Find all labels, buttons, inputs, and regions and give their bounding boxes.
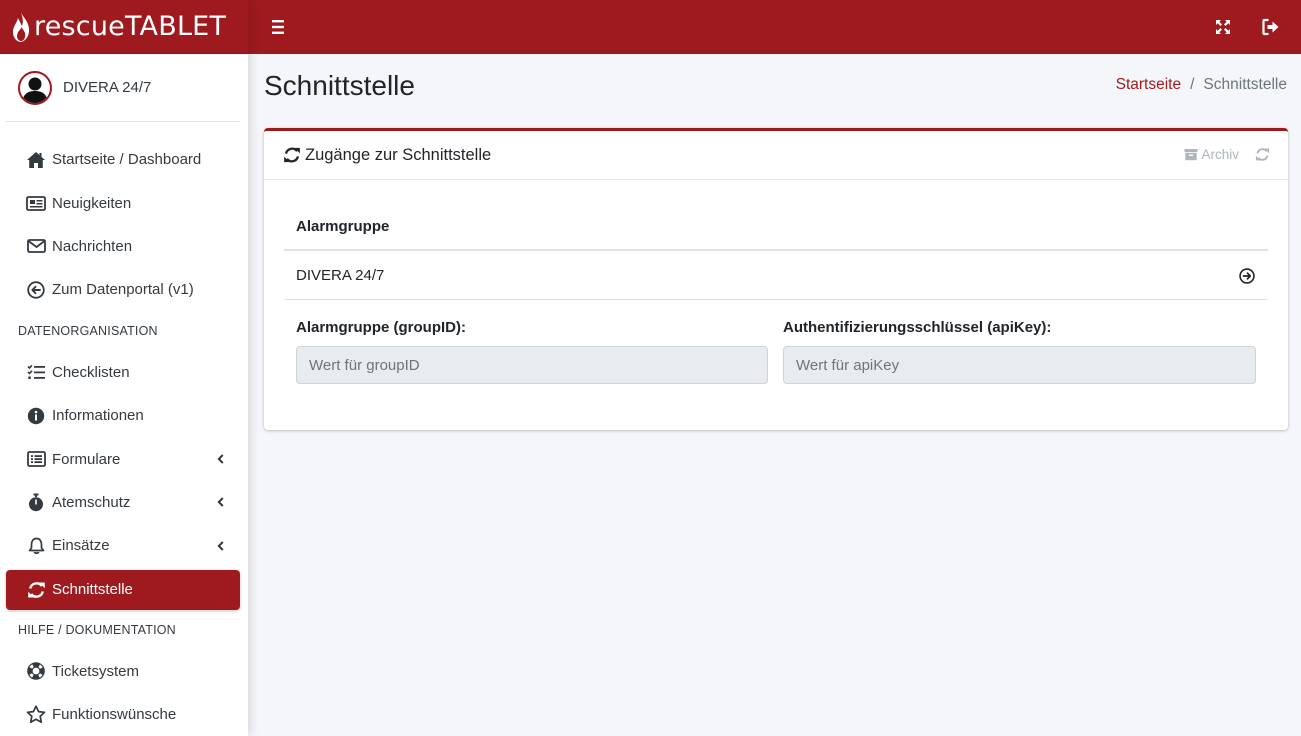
sync-icon (26, 580, 46, 600)
chevron-left-icon[interactable] (217, 497, 224, 508)
newspaper-icon (26, 193, 46, 213)
sidebar-item-informationen[interactable]: Informationen (6, 394, 240, 437)
sync-icon (283, 146, 301, 164)
sidebar-item-einsaetze[interactable]: Einsätze (6, 524, 240, 567)
bars-icon[interactable] (270, 17, 288, 37)
archive-label: Archiv (1201, 147, 1239, 162)
interface-card: Zugänge zur Schnittstelle Archiv Alarmgr… (264, 128, 1288, 430)
sidebar-nav: Startseite / Dashboard Neuigkeiten Nachr… (0, 122, 248, 736)
breadcrumb-current: Schnittstelle (1203, 76, 1287, 93)
sidebar-item-label: Atemschutz (52, 493, 131, 511)
refresh-icon[interactable] (1255, 147, 1270, 162)
sidebar-item-label: Schnittstelle (52, 581, 133, 599)
sidebar-item-label: Formulare (52, 450, 121, 468)
archive-icon (1184, 148, 1198, 161)
arrow-circle-left-icon (26, 280, 46, 300)
nav-section-header: DATENORGANISATION (18, 324, 158, 339)
sidebar-item-messages[interactable]: Nachrichten (6, 225, 240, 268)
breadcrumb-separator: / (1190, 76, 1195, 93)
nav-section-header: HILFE / DOKUMENTATION (18, 623, 176, 638)
list-alt-icon (26, 449, 46, 469)
sidebar-item-atemschutz[interactable]: Atemschutz (6, 481, 240, 524)
avatar[interactable] (18, 70, 52, 105)
stopwatch-icon (26, 492, 46, 512)
sidebar-item-schnittstelle[interactable]: Schnittstelle (6, 569, 240, 610)
api-key-form-group: Authentifizierungsschlüssel (apiKey): (783, 319, 1256, 384)
home-icon (26, 150, 46, 170)
group-id-form-group: Alarmgruppe (groupID): (296, 319, 768, 384)
bell-icon (26, 536, 46, 556)
brand-name: rescueTABLET (34, 11, 227, 42)
chevron-left-icon[interactable] (217, 454, 224, 464)
sidebar-item-label: Nachrichten (52, 237, 133, 255)
sidebar-item-label: Funktionswünsche (52, 706, 177, 724)
flame-logo-icon (10, 10, 32, 44)
top-navbar (248, 0, 1301, 54)
expand-icon[interactable] (1214, 18, 1232, 36)
card-title: Zugänge zur Schnittstelle (305, 145, 492, 164)
sidebar: rescueTABLET DIVERA 24/7 Startseite / Da… (0, 0, 248, 736)
sidebar-item-label: Einsätze (52, 537, 110, 555)
archive-button[interactable]: Archiv (1184, 147, 1239, 162)
life-ring-icon (26, 661, 46, 681)
chevron-left-icon[interactable] (217, 541, 224, 551)
sidebar-item-ticketsystem[interactable]: Ticketsystem (6, 650, 240, 693)
list-check-icon (26, 362, 46, 382)
sidebar-item-label: Informationen (52, 407, 144, 425)
alarm-group-table: Alarmgruppe DIVERA 24/7 (284, 203, 1268, 300)
table-header: Alarmgruppe (284, 203, 1268, 251)
arrow-circle-right-icon[interactable] (1239, 268, 1255, 284)
sidebar-item-label: Checklisten (52, 363, 130, 381)
breadcrumb: Startseite / Schnittstelle (1116, 76, 1287, 94)
group-id-label: Alarmgruppe (groupID): (296, 319, 466, 336)
sidebar-item-label: Zum Datenportal (v1) (52, 281, 194, 299)
page-title: Schnittstelle (264, 70, 415, 101)
sidebar-item-dashboard[interactable]: Startseite / Dashboard (6, 138, 240, 181)
star-icon (26, 705, 46, 725)
user-name[interactable]: DIVERA 24/7 (63, 79, 151, 96)
sidebar-item-label: Ticketsystem (52, 662, 139, 680)
sidebar-item-label: Startseite / Dashboard (52, 151, 202, 169)
logout-icon[interactable] (1262, 18, 1280, 36)
table-row[interactable]: DIVERA 24/7 (284, 251, 1268, 300)
user-panel[interactable]: DIVERA 24/7 (6, 54, 240, 122)
sidebar-item-formulare[interactable]: Formulare (6, 437, 240, 480)
api-key-label: Authentifizierungsschlüssel (apiKey): (783, 319, 1052, 336)
brand-link[interactable]: rescueTABLET (0, 0, 248, 54)
card-tools: Archiv (1184, 147, 1270, 162)
sidebar-item-label: Neuigkeiten (52, 194, 132, 212)
alarm-group-name: DIVERA 24/7 (296, 266, 385, 284)
breadcrumb-home-link[interactable]: Startseite (1116, 76, 1181, 94)
group-id-input[interactable] (296, 346, 768, 384)
sidebar-item-funktionswuensche[interactable]: Funktionswünsche (6, 693, 240, 736)
api-key-input[interactable] (783, 346, 1256, 384)
envelope-icon (26, 236, 46, 256)
card-header: Zugänge zur Schnittstelle Archiv (264, 131, 1288, 180)
info-circle-icon (26, 406, 46, 426)
sidebar-item-checklisten[interactable]: Checklisten (6, 351, 240, 394)
sidebar-item-news[interactable]: Neuigkeiten (6, 181, 240, 224)
sidebar-item-datenportal[interactable]: Zum Datenportal (v1) (6, 268, 240, 311)
